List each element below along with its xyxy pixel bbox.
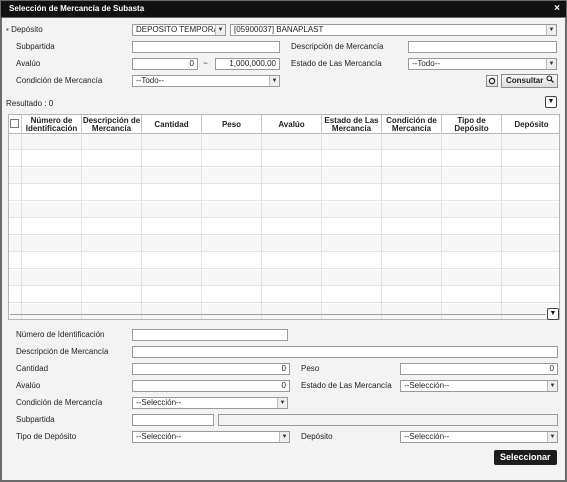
estado-select[interactable]: --Todo-- ▼	[408, 58, 557, 70]
descripcion-label: Descripción de Mercancía	[291, 42, 384, 51]
detail-cantidad-label: Cantidad	[16, 364, 49, 373]
result-count: Resultado : 0	[6, 99, 54, 108]
column-divider	[381, 134, 382, 319]
detail-condicion-label: Condición de Mercancía	[16, 398, 103, 407]
refresh-icon[interactable]	[486, 75, 498, 87]
detail-tipo-label: Tipo de Depósito	[16, 432, 77, 441]
detail-deposito-select[interactable]: --Selección-- ▼	[400, 431, 558, 443]
select-all-cell	[9, 115, 22, 134]
deposito-label: ▪ Depósito	[6, 25, 43, 34]
column-divider	[141, 134, 142, 319]
avaluo-to-input[interactable]: 1,000,000.00	[215, 58, 280, 70]
chevron-down-icon: ▼	[547, 381, 557, 391]
chevron-down-icon: ▼	[546, 59, 556, 69]
column-divider	[81, 134, 82, 319]
table-row	[9, 185, 559, 201]
table-row	[9, 134, 559, 150]
dialog-titlebar: Selección de Mercancía de Subasta ×	[1, 1, 566, 17]
table-row	[9, 304, 559, 319]
column-divider	[261, 134, 262, 319]
table-row	[9, 236, 559, 252]
detail-avaluo-label: Avalúo	[16, 381, 41, 390]
column-header[interactable]: Número de Identificación	[22, 115, 82, 134]
chevron-down-icon: ▼	[215, 25, 225, 35]
table-row	[9, 168, 559, 184]
chevron-down-icon: ▼	[279, 432, 289, 442]
column-header[interactable]: Peso	[202, 115, 262, 134]
detail-peso-input[interactable]: 0	[400, 363, 558, 375]
detail-descripcion-input[interactable]	[132, 346, 558, 358]
detail-descripcion-label: Descripción de Mercancía	[16, 347, 109, 356]
chevron-down-icon: ▼	[547, 432, 557, 442]
table-row	[9, 202, 559, 218]
avaluo-range-separator: ~	[203, 59, 208, 68]
detail-subpartida-input[interactable]	[132, 414, 214, 426]
table-row	[9, 253, 559, 269]
detail-tipo-select[interactable]: --Selección-- ▼	[132, 431, 290, 443]
column-header[interactable]: Tipo de Depósito	[442, 115, 502, 134]
avaluo-label: Avalúo	[16, 59, 41, 68]
required-mark-icon: ▪	[6, 25, 9, 34]
detail-condicion-select[interactable]: --Selección-- ▼	[132, 397, 288, 409]
subpartida-input[interactable]	[132, 41, 280, 53]
column-divider	[201, 134, 202, 319]
detail-estado-select[interactable]: --Selección-- ▼	[400, 380, 558, 392]
table-row	[9, 219, 559, 235]
detail-estado-label: Estado de Las Mercancía	[301, 381, 392, 390]
chevron-down-icon: ▼	[269, 76, 279, 86]
consultar-button[interactable]: Consultar	[501, 74, 558, 88]
column-header[interactable]: Avalúo	[262, 115, 322, 134]
search-icon	[546, 75, 554, 87]
detail-subpartida-description	[218, 414, 558, 426]
column-divider	[21, 134, 22, 319]
table-row	[9, 270, 559, 286]
dialog-content: ▪ Depósito DEPOSITO TEMPORAL ▼ [05900037…	[2, 18, 565, 480]
column-header[interactable]: Depósito	[502, 115, 559, 134]
avaluo-from-input[interactable]: 0	[132, 58, 198, 70]
detail-subpartida-label: Subpartida	[16, 415, 55, 424]
deposito-type-select[interactable]: DEPOSITO TEMPORAL ▼	[132, 24, 226, 36]
chevron-down-icon: ▼	[546, 25, 556, 35]
select-all-checkbox[interactable]	[10, 119, 19, 128]
column-divider	[501, 134, 502, 319]
results-table-header: Número de Identificación Descripción de M…	[9, 115, 559, 134]
column-header[interactable]: Condición de Mercancía	[382, 115, 442, 134]
dialog-title: Selección de Mercancía de Subasta	[9, 4, 145, 13]
results-table: Número de Identificación Descripción de M…	[8, 114, 560, 320]
detail-numero-input[interactable]	[132, 329, 288, 341]
subpartida-label: Subpartida	[16, 42, 55, 51]
column-header[interactable]: Descripción de Mercancía	[82, 115, 142, 134]
chevron-down-icon: ▼	[277, 398, 287, 408]
estado-label: Estado de Las Mercancía	[291, 59, 382, 68]
descripcion-input[interactable]	[408, 41, 557, 53]
detail-numero-label: Número de Identificación	[16, 330, 105, 339]
detail-cantidad-input[interactable]: 0	[132, 363, 290, 375]
section-divider	[10, 314, 546, 315]
close-icon[interactable]: ×	[554, 1, 560, 17]
column-divider	[441, 134, 442, 319]
detail-avaluo-input[interactable]: 0	[132, 380, 290, 392]
table-row	[9, 151, 559, 167]
column-header[interactable]: Estado de Las Mercancía	[322, 115, 382, 134]
condicion-label: Condición de Mercancía	[16, 76, 103, 85]
detail-deposito-label: Depósito	[301, 432, 333, 441]
column-divider	[321, 134, 322, 319]
collapse-detail-icon[interactable]: ▼	[547, 308, 559, 320]
table-row	[9, 287, 559, 303]
dialog-window: Selección de Mercancía de Subasta × ▪ De…	[0, 0, 567, 482]
seleccionar-button[interactable]: Seleccionar	[494, 450, 557, 465]
collapse-results-icon[interactable]: ▼	[545, 96, 557, 108]
detail-peso-label: Peso	[301, 364, 320, 373]
condicion-select[interactable]: --Todo-- ▼	[132, 75, 280, 87]
column-header[interactable]: Cantidad	[142, 115, 202, 134]
deposito-select[interactable]: [05900037] BANAPLAST ▼	[230, 24, 557, 36]
